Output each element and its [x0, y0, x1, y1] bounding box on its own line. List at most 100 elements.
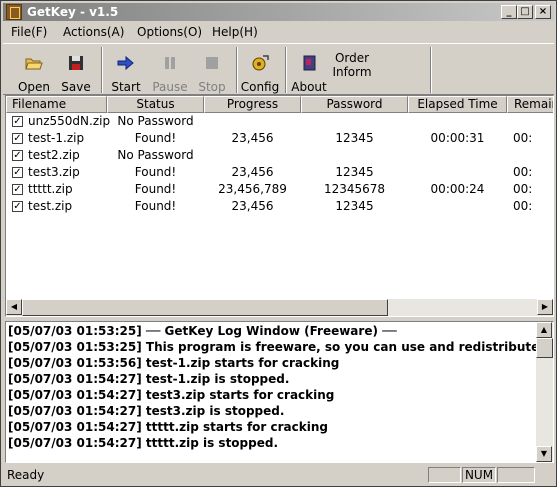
table-row[interactable]: ✓ test.zip Found! 23,456 12345 00: — [6, 198, 553, 215]
cell-password: 12345 — [335, 165, 374, 179]
start-arrow-icon — [117, 55, 134, 71]
cell-remain: 00: — [513, 199, 533, 213]
cell-elapsed-time — [408, 198, 507, 215]
app-icon[interactable] — [6, 4, 22, 20]
row-checkbox[interactable]: ✓ — [12, 133, 23, 144]
config-button[interactable]: Config — [239, 48, 281, 94]
status-bar: Ready NUM — [3, 465, 554, 485]
row-checkbox[interactable]: ✓ — [12, 150, 23, 161]
cell-elapsed-time: 00:00:24 — [430, 182, 485, 196]
cell-remain — [513, 113, 553, 130]
maximize-button[interactable]: □ — [517, 5, 533, 19]
log-line: [05/07/03 01:53:25] ── GetKey Log Window… — [8, 324, 397, 338]
start-label: Start — [111, 80, 141, 94]
title-bar[interactable]: GetKey - v1.5 _ □ × — [3, 3, 554, 21]
config-label: Config — [240, 80, 280, 94]
log-line: [05/07/03 01:53:25] This program is free… — [8, 340, 554, 354]
table-row[interactable]: ✓ test3.zip Found! 23,456 12345 00: — [6, 164, 553, 181]
scroll-thumb[interactable] — [22, 299, 388, 316]
cell-progress: 23,456 — [231, 131, 274, 145]
column-progress[interactable]: Progress — [204, 96, 301, 113]
close-button[interactable]: × — [535, 5, 551, 19]
cell-password: 12345 — [335, 199, 374, 213]
toolbar-separator — [236, 47, 238, 93]
table-row[interactable]: ✓ unz550dN.zip No Password — [6, 113, 553, 130]
cell-status: Found! — [134, 182, 177, 196]
log-line: [05/07/03 01:54:27] test3.zip is stopped… — [8, 404, 285, 418]
table-row[interactable]: ✓ test-1.zip Found! 23,456 12345 00:00:31 00: — [6, 130, 553, 147]
scroll-left-arrow-icon[interactable]: ◀ — [6, 299, 22, 315]
cell-progress — [204, 147, 301, 164]
cell-password — [301, 147, 408, 164]
log-window[interactable]: [05/07/03 01:53:25] ── GetKey Log Window… — [5, 321, 554, 463]
log-line: [05/07/03 01:54:27] ttttt.zip is stopped… — [8, 436, 279, 450]
menu-options[interactable]: Options(O) — [137, 24, 202, 40]
log-line: [05/07/03 01:54:27] test-1.zip is stoppe… — [8, 372, 290, 386]
cell-elapsed-time — [408, 147, 507, 164]
cell-remain: 00: — [513, 182, 533, 196]
open-button[interactable]: Open — [13, 48, 55, 94]
cell-progress: 23,456 — [231, 165, 274, 179]
cell-elapsed-time — [408, 164, 507, 181]
app-window: GetKey - v1.5 _ □ × File(F) Actions(A) O… — [0, 0, 557, 487]
column-elapsed-time[interactable]: Elapsed Time — [408, 96, 507, 113]
stop-label: Stop — [198, 80, 226, 94]
pause-label: Pause — [152, 80, 188, 94]
column-password[interactable]: Password — [301, 96, 408, 113]
cell-filename: unz550dN.zip — [28, 114, 111, 128]
cell-status: No Password — [117, 148, 194, 162]
cell-progress — [204, 113, 301, 130]
row-checkbox[interactable]: ✓ — [12, 116, 23, 127]
row-checkbox[interactable]: ✓ — [12, 201, 23, 212]
cell-filename: test2.zip — [28, 148, 80, 162]
file-list: Filename Status Progress Password Elapse… — [5, 95, 554, 317]
status-pane-empty — [428, 467, 461, 483]
minimize-button[interactable]: _ — [501, 5, 517, 19]
log-line: [05/07/03 01:54:27] ttttt.zip starts for… — [8, 420, 328, 434]
about-button[interactable]: About — [288, 48, 330, 94]
scroll-right-arrow-icon[interactable]: ▶ — [537, 299, 553, 315]
open-label: Open — [17, 80, 51, 94]
cell-filename: test.zip — [28, 199, 73, 213]
table-row[interactable]: ✓ ttttt.zip Found! 23,456,789 12345678 00:00:… — [6, 181, 553, 198]
pause-button[interactable]: Pause — [149, 48, 191, 94]
menu-help[interactable]: Help(H) — [212, 24, 258, 40]
row-checkbox[interactable]: ✓ — [12, 184, 23, 195]
cell-elapsed-time — [408, 113, 507, 130]
toolbar-separator — [430, 47, 432, 93]
table-row[interactable]: ✓ test2.zip No Password — [6, 147, 553, 164]
menu-file[interactable]: File(F) — [11, 24, 47, 40]
cell-elapsed-time: 00:00:31 — [430, 131, 485, 145]
list-header: Filename Status Progress Password Elapse… — [6, 96, 553, 113]
open-folder-icon — [25, 58, 43, 70]
save-disk-icon — [69, 56, 83, 70]
order-inform-button[interactable]: Order Inform — [329, 48, 375, 94]
log-line: [05/07/03 01:54:27] test3.zip starts for… — [8, 388, 335, 402]
log-vertical-scrollbar[interactable]: ▲ ▼ — [536, 322, 553, 462]
inform-label: Inform — [332, 65, 372, 79]
save-button[interactable]: Save — [55, 48, 97, 94]
start-button[interactable]: Start — [105, 48, 147, 94]
pause-icon — [165, 57, 175, 69]
cell-remain: 00: — [513, 165, 533, 179]
cell-remain: 00: — [513, 131, 533, 145]
toolbar-separator — [101, 47, 103, 93]
horizontal-scrollbar[interactable]: ◀ ▶ — [6, 299, 553, 316]
row-checkbox[interactable]: ✓ — [12, 167, 23, 178]
column-status[interactable]: Status — [107, 96, 204, 113]
stop-button[interactable]: Stop — [191, 48, 233, 94]
status-pane-num: NUM — [462, 467, 496, 483]
cell-status: No Password — [117, 114, 194, 128]
scroll-down-arrow-icon[interactable]: ▼ — [536, 446, 552, 462]
scroll-up-arrow-icon[interactable]: ▲ — [536, 322, 552, 338]
cell-remain — [513, 147, 553, 164]
column-remain[interactable]: Remain — [507, 96, 553, 113]
about-book-icon — [303, 55, 316, 71]
menu-actions[interactable]: Actions(A) — [63, 24, 124, 40]
cell-progress: 23,456 — [231, 199, 274, 213]
log-scroll-thumb[interactable] — [536, 338, 553, 358]
column-filename[interactable]: Filename — [6, 96, 107, 113]
cell-filename: test3.zip — [28, 165, 80, 179]
log-line: [05/07/03 01:53:56] test-1.zip starts fo… — [8, 356, 340, 370]
status-text: Ready — [7, 468, 45, 482]
